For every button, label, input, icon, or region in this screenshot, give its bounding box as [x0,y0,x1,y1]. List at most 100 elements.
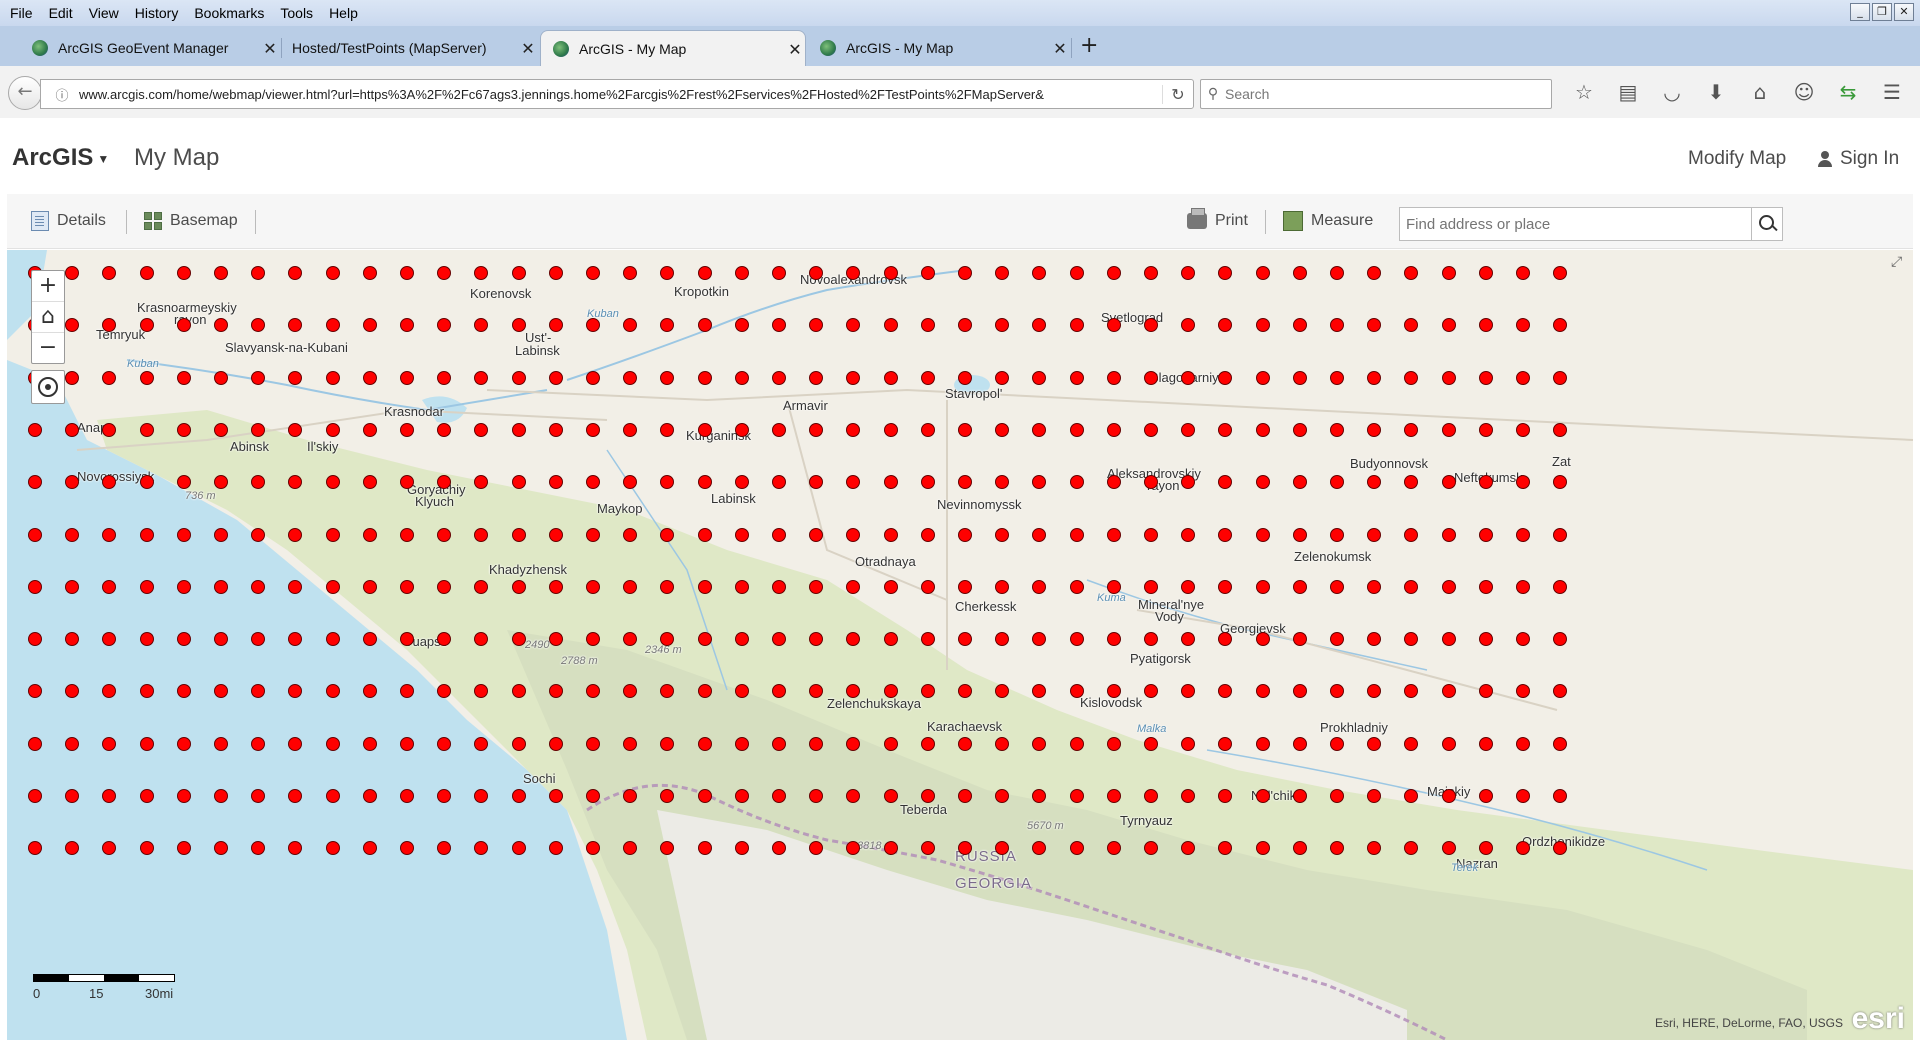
map-point[interactable] [1292,370,1307,385]
map-point[interactable] [623,579,638,594]
map-point[interactable] [920,475,935,490]
map-point[interactable] [1069,736,1084,751]
map-point[interactable] [995,579,1010,594]
map-point[interactable] [1106,527,1121,542]
map-point[interactable] [251,579,266,594]
map-point[interactable] [1255,841,1270,856]
map-point[interactable] [697,527,712,542]
tab-testpoints-mapserver[interactable]: Hosted/TestPoints (MapServer) ✕ [278,30,538,66]
map-point[interactable] [214,527,228,542]
map-point[interactable] [65,579,80,594]
map-point[interactable] [325,422,340,437]
map-point[interactable] [1144,736,1158,751]
url-text[interactable]: www.arcgis.com/home/webmap/viewer.html?u… [73,87,1162,102]
map-point[interactable] [734,422,749,437]
map-view[interactable]: NovoalexandrovskKorenovskKropotkinKrasno… [7,250,1913,1040]
map-point[interactable] [139,579,154,594]
map-point[interactable] [474,736,489,751]
map-point[interactable] [1106,841,1121,856]
map-point[interactable] [362,475,377,490]
map-point[interactable] [697,841,712,856]
back-button[interactable]: ← [8,76,42,110]
find-address-input[interactable] [1400,208,1751,240]
map-point[interactable] [102,736,117,751]
map-point[interactable] [958,632,972,647]
map-point[interactable] [1553,736,1568,751]
map-point[interactable] [139,266,154,280]
map-point[interactable] [586,579,600,594]
map-point[interactable] [28,789,42,803]
map-point[interactable] [995,736,1010,751]
map-point[interactable] [325,527,340,542]
map-point[interactable] [1478,841,1493,856]
menu-history[interactable]: History [127,0,187,26]
map-point[interactable] [1441,370,1456,385]
map-point[interactable] [511,266,526,280]
map-point[interactable] [548,789,563,803]
map-point[interactable] [958,527,972,542]
map-point[interactable] [511,422,526,437]
map-point[interactable] [362,370,377,385]
map-point[interactable] [1144,422,1158,437]
map-point[interactable] [176,632,191,647]
bookmark-star-icon[interactable]: ☆ [1562,80,1606,104]
map-point[interactable] [400,266,414,280]
map-point[interactable] [1516,527,1530,542]
map-point[interactable] [1181,370,1196,385]
map-point[interactable] [772,579,786,594]
map-point[interactable] [65,736,80,751]
map-point[interactable] [1106,370,1121,385]
sync-arrows-icon[interactable]: ⇆ [1826,80,1870,104]
map-point[interactable] [846,527,861,542]
map-point[interactable] [1441,318,1456,333]
map-point[interactable] [28,632,42,647]
tab-my-map-active[interactable]: ArcGIS - My Map ✕ [540,30,806,67]
map-point[interactable] [734,736,749,751]
map-point[interactable] [1069,318,1084,333]
map-point[interactable] [586,422,600,437]
map-point[interactable] [1255,422,1270,437]
map-point[interactable] [1441,266,1456,280]
map-point[interactable] [1292,789,1307,803]
map-point[interactable] [1516,736,1530,751]
map-point[interactable] [325,318,340,333]
map-point[interactable] [958,579,972,594]
map-point[interactable] [846,370,861,385]
map-point[interactable] [102,527,117,542]
map-point[interactable] [1441,632,1456,647]
menu-help[interactable]: Help [321,0,366,26]
map-point[interactable] [251,422,266,437]
map-point[interactable] [1516,632,1530,647]
info-icon[interactable]: ⓘ [51,85,73,104]
map-point[interactable] [734,579,749,594]
map-point[interactable] [920,736,935,751]
map-point[interactable] [362,736,377,751]
map-point[interactable] [251,370,266,385]
map-point[interactable] [958,370,972,385]
map-point[interactable] [1330,527,1344,542]
map-point[interactable] [1181,579,1196,594]
map-point[interactable] [400,422,414,437]
map-point[interactable] [697,684,712,699]
map-point[interactable] [548,370,563,385]
map-point[interactable] [511,579,526,594]
map-point[interactable] [325,684,340,699]
menu-tools[interactable]: Tools [272,0,321,26]
map-point[interactable] [734,789,749,803]
map-point[interactable] [1367,370,1382,385]
map-point[interactable] [1292,266,1307,280]
map-point[interactable] [958,736,972,751]
map-point[interactable] [623,736,638,751]
map-point[interactable] [958,266,972,280]
map-point[interactable] [1404,736,1419,751]
map-point[interactable] [102,370,117,385]
map-point[interactable] [511,370,526,385]
map-point[interactable] [400,632,414,647]
map-point[interactable] [1144,579,1158,594]
map-point[interactable] [362,266,377,280]
map-point[interactable] [1441,475,1456,490]
map-point[interactable] [548,318,563,333]
map-point[interactable] [400,579,414,594]
map-point[interactable] [883,789,898,803]
map-point[interactable] [1106,736,1121,751]
